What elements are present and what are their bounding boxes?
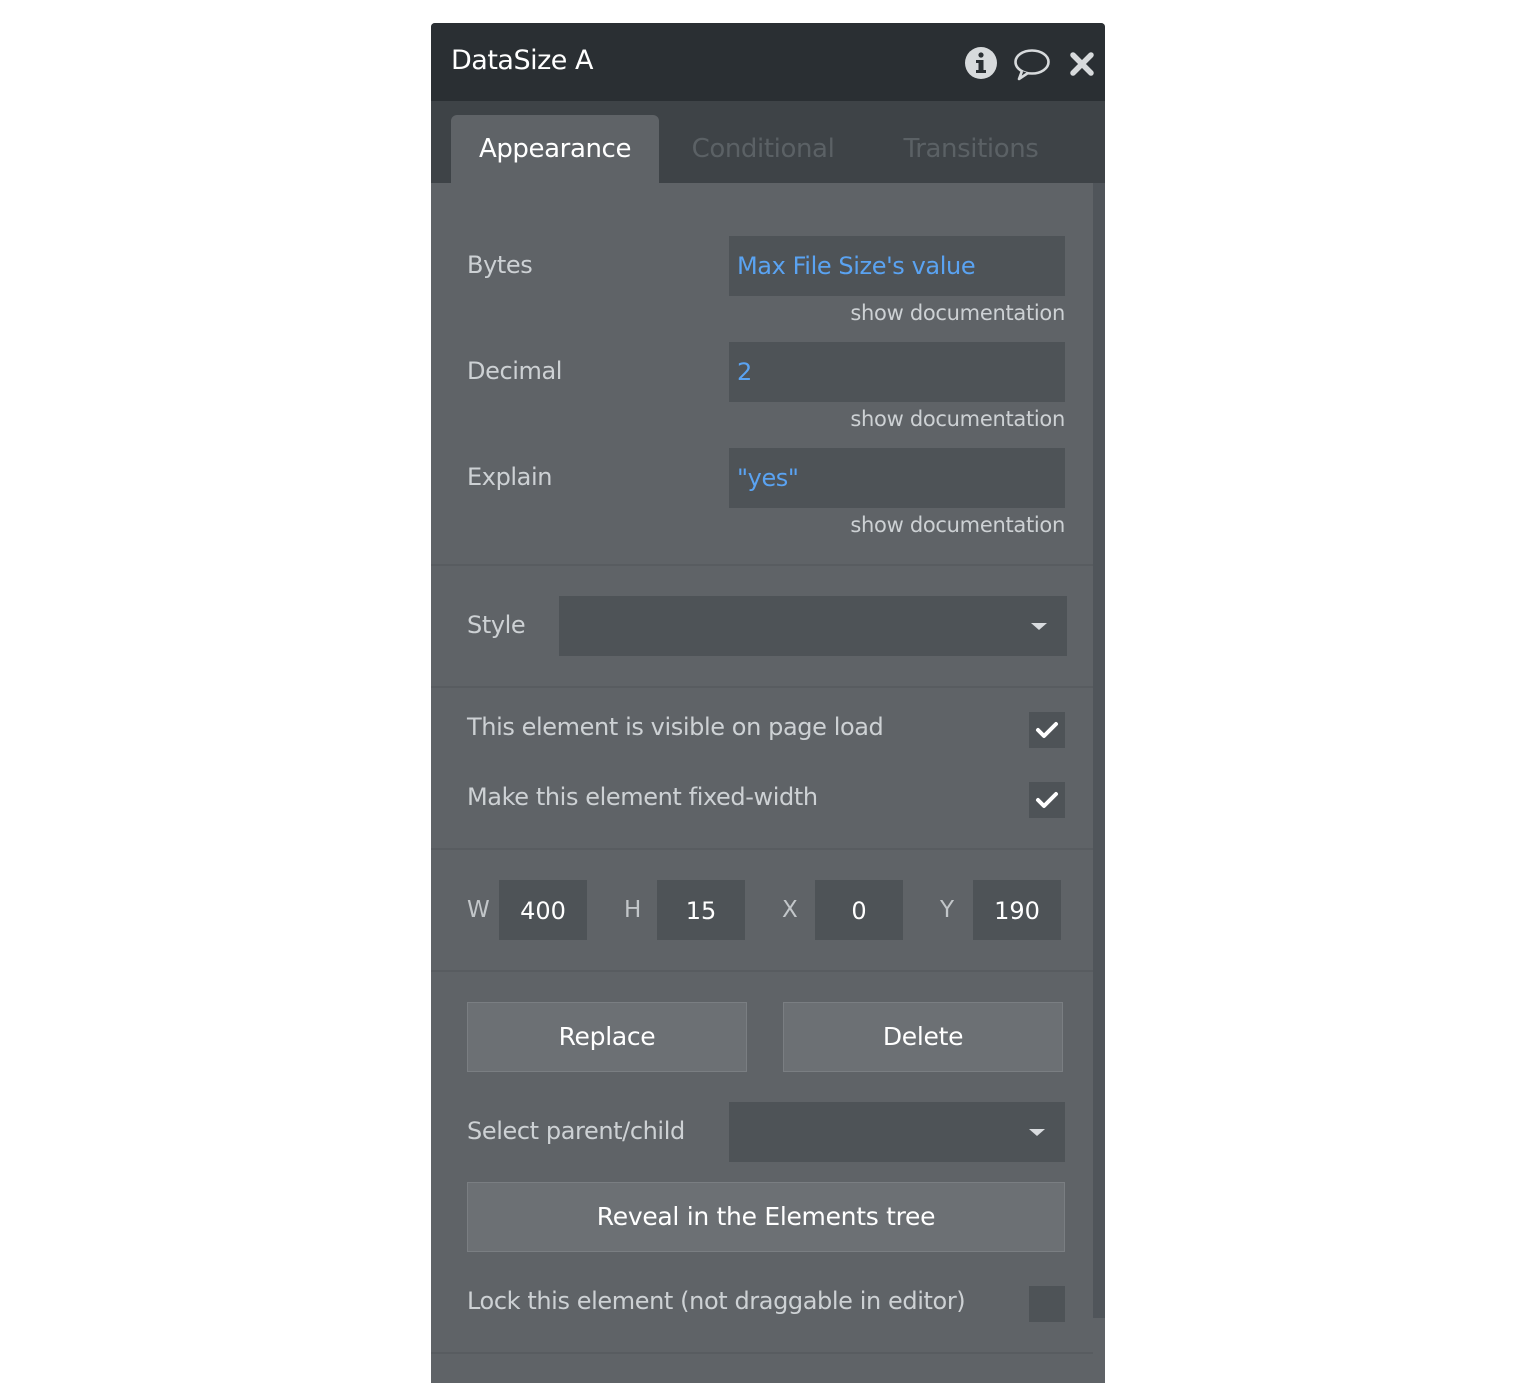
lock-element-label: Lock this element (not draggable in edit…	[467, 1287, 966, 1315]
section-divider	[431, 564, 1093, 566]
panel-title: DataSize A	[451, 45, 593, 76]
visible-on-load-label: This element is visible on page load	[467, 713, 884, 741]
reveal-in-elements-tree-button[interactable]: Reveal in the Elements tree	[467, 1182, 1065, 1252]
select-parent-child-dropdown[interactable]	[729, 1102, 1065, 1162]
x-input[interactable]: 0	[815, 880, 903, 940]
chevron-down-icon	[1029, 1129, 1045, 1136]
info-icon[interactable]	[963, 45, 999, 85]
tab-conditional[interactable]: Conditional	[681, 115, 845, 183]
tab-bar: Appearance Conditional Transitions	[431, 101, 1105, 183]
section-divider	[431, 970, 1093, 972]
fixed-width-checkbox[interactable]	[1029, 782, 1065, 818]
decimal-field[interactable]: 2	[729, 342, 1065, 402]
lock-element-checkbox[interactable]	[1029, 1286, 1065, 1322]
decimal-label: Decimal	[467, 357, 563, 385]
checkmark-icon	[1036, 722, 1058, 738]
bytes-show-documentation-link[interactable]: show documentation	[729, 301, 1065, 325]
height-input[interactable]: 15	[657, 880, 745, 940]
decimal-show-documentation-link[interactable]: show documentation	[729, 407, 1065, 431]
y-label: Y	[940, 897, 955, 923]
visible-on-load-checkbox[interactable]	[1029, 712, 1065, 748]
height-label: H	[624, 897, 642, 923]
delete-button[interactable]: Delete	[783, 1002, 1063, 1072]
width-input[interactable]: 400	[499, 880, 587, 940]
select-parent-child-label: Select parent/child	[467, 1117, 685, 1145]
width-label: W	[467, 897, 490, 923]
replace-button[interactable]: Replace	[467, 1002, 747, 1072]
appearance-tab-content: Bytes Max File Size's value show documen…	[431, 183, 1093, 1383]
section-divider	[431, 686, 1093, 688]
chevron-down-icon	[1031, 623, 1047, 630]
checkmark-icon	[1036, 792, 1058, 808]
bytes-label: Bytes	[467, 251, 533, 279]
bytes-field[interactable]: Max File Size's value	[729, 236, 1065, 296]
fixed-width-label: Make this element fixed-width	[467, 783, 818, 811]
explain-field[interactable]: "yes"	[729, 448, 1065, 508]
scrollbar[interactable]	[1093, 183, 1105, 1318]
tab-transitions[interactable]: Transitions	[891, 115, 1051, 183]
style-dropdown[interactable]	[559, 596, 1067, 656]
tab-appearance[interactable]: Appearance	[451, 115, 659, 183]
style-label: Style	[467, 611, 526, 639]
close-icon[interactable]	[1069, 51, 1095, 81]
y-input[interactable]: 190	[973, 880, 1061, 940]
comment-icon[interactable]	[1013, 47, 1051, 85]
explain-label: Explain	[467, 463, 553, 491]
section-divider	[431, 848, 1093, 850]
x-label: X	[782, 897, 798, 923]
panel-title-bar[interactable]: DataSize A	[431, 23, 1105, 101]
explain-show-documentation-link[interactable]: show documentation	[729, 513, 1065, 537]
section-divider	[431, 1352, 1093, 1354]
property-editor-panel: DataSize A Appearance Conditional Transi…	[431, 23, 1105, 1383]
